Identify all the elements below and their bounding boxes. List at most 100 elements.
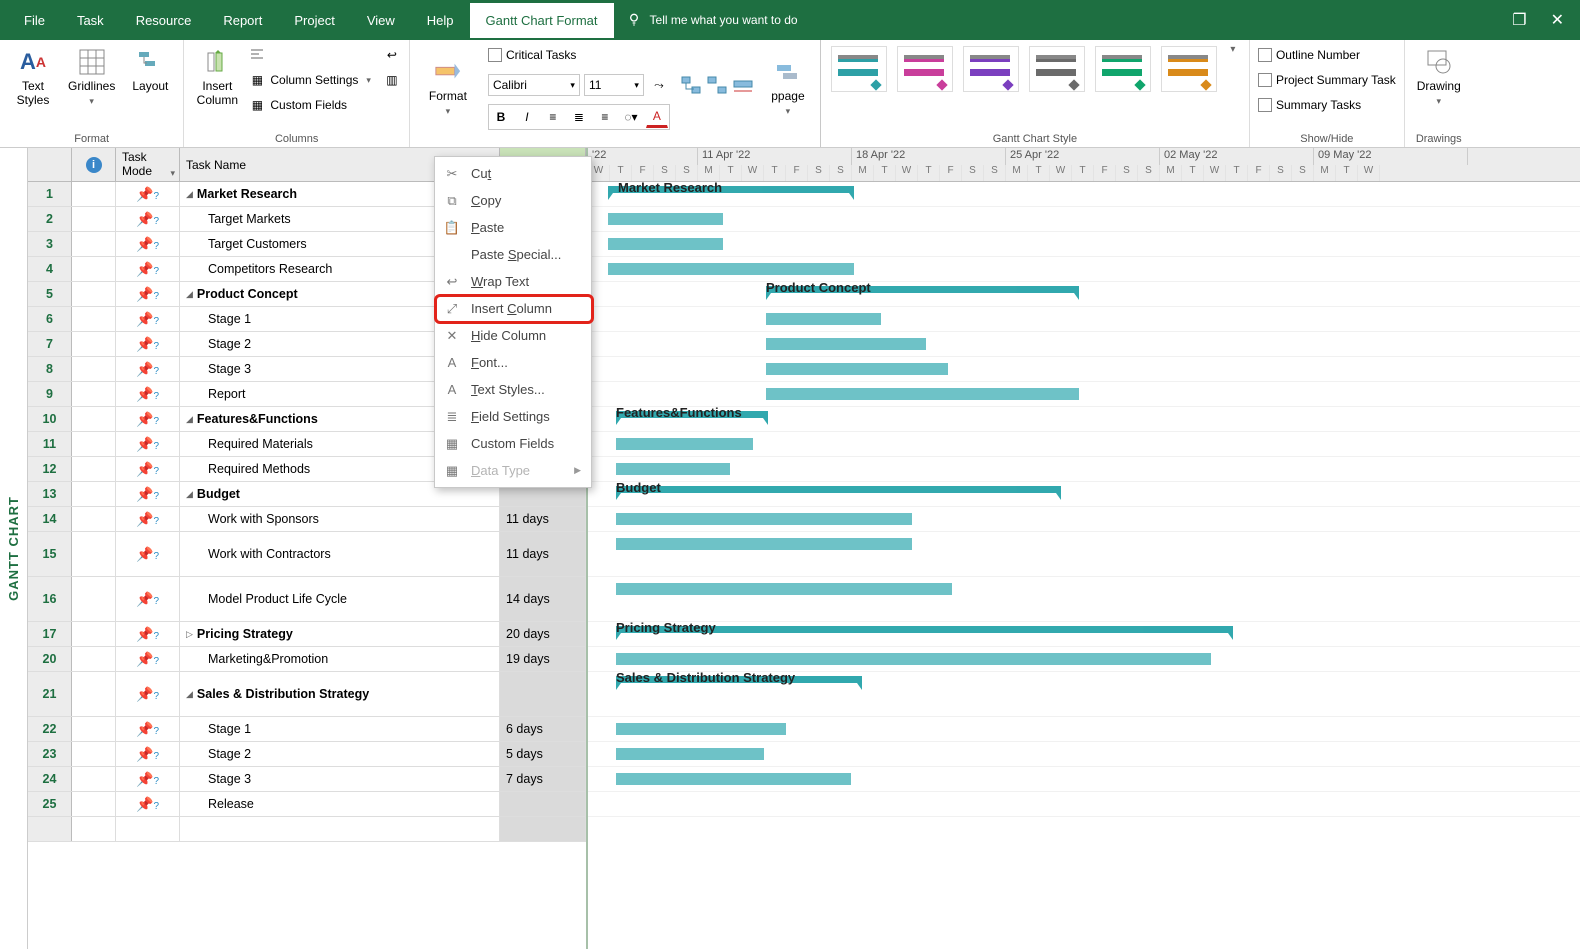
row-number[interactable]: 3 [28,232,72,256]
row-task-mode[interactable]: 📌? [116,332,180,356]
row-duration[interactable]: 7 days [500,767,586,791]
summary-bar[interactable] [616,486,1061,493]
gantt-style-thumb[interactable] [1029,46,1085,92]
row-duration[interactable]: 14 days [500,577,586,621]
context-menu-item[interactable]: AFont... [435,349,591,376]
columns-misc-icon[interactable]: ▥ [383,71,401,89]
row-task-mode[interactable]: 📌? [116,647,180,671]
menu-gantt-format[interactable]: Gantt Chart Format [470,3,614,38]
row-number[interactable]: 10 [28,407,72,431]
table-row[interactable]: 21📌?◢Sales & Distribution Strategy [28,672,586,717]
table-row[interactable]: 20📌?Marketing&Promotion19 days [28,647,586,672]
tell-me-search[interactable]: Tell me what you want to do [626,11,1513,30]
task-bar[interactable] [608,263,854,275]
menu-project[interactable]: Project [278,3,350,38]
row-duration[interactable]: 20 days [500,622,586,646]
row-task-mode[interactable]: 📌? [116,307,180,331]
row-number[interactable]: 2 [28,207,72,231]
font-color-button[interactable]: A [646,106,668,128]
menu-file[interactable]: File [8,3,61,38]
task-bar[interactable] [616,723,786,735]
outline-number-checkbox[interactable] [1258,48,1272,62]
row-task-mode[interactable]: 📌? [116,672,180,716]
context-menu-item[interactable]: ✕Hide Column [435,322,591,349]
row-number[interactable]: 22 [28,717,72,741]
row-task-mode[interactable]: 📌? [116,257,180,281]
critical-tasks-checkbox[interactable] [488,48,502,62]
row-number[interactable]: 20 [28,647,72,671]
col-task-mode[interactable]: Task Mode▾ [116,148,180,181]
context-menu-item[interactable]: ≣Field Settings [435,403,591,430]
row-task-mode[interactable]: 📌? [116,717,180,741]
column-settings-button[interactable]: ▦Column Settings▾ [248,69,371,91]
menu-report[interactable]: Report [207,3,278,38]
text-styles-button[interactable]: AA Text Styles [8,44,58,111]
menu-view[interactable]: View [351,3,411,38]
row-task-name[interactable]: Stage 1 [180,717,500,741]
gantt-style-thumb[interactable] [1161,46,1217,92]
row-number[interactable]: 21 [28,672,72,716]
gantt-style-thumb[interactable] [831,46,887,92]
task-bar[interactable] [608,238,723,250]
row-duration[interactable]: 19 days [500,647,586,671]
task-bar[interactable] [616,583,952,595]
row-task-mode[interactable]: 📌? [116,532,180,576]
row-number[interactable]: 12 [28,457,72,481]
unlink-tasks-icon[interactable] [706,75,728,100]
table-row[interactable]: 23📌?Stage 25 days [28,742,586,767]
table-row[interactable]: 15📌?Work with Contractors11 days [28,532,586,577]
restore-icon[interactable]: ❐ [1512,10,1526,30]
row-task-mode[interactable]: 📌? [116,792,180,816]
align-center-button[interactable]: ≣ [568,106,590,128]
row-task-mode[interactable]: 📌? [116,357,180,381]
row-duration[interactable] [500,672,586,716]
align-left-button[interactable]: ≡ [542,106,564,128]
table-row[interactable]: 25📌?Release [28,792,586,817]
row-task-mode[interactable]: 📌? [116,232,180,256]
context-menu-item[interactable]: ✂Cut [435,160,591,187]
row-number[interactable]: 8 [28,357,72,381]
bold-button[interactable]: B [490,106,512,128]
task-bar[interactable] [616,748,764,760]
baseline-icon[interactable] [732,75,754,100]
row-task-mode[interactable]: 📌? [116,382,180,406]
row-number[interactable]: 1 [28,182,72,206]
task-bar[interactable] [608,213,723,225]
task-path-icon[interactable]: ⤳ [648,74,670,96]
task-bar[interactable] [766,388,1079,400]
task-bar[interactable] [616,773,851,785]
col-rownum[interactable] [28,148,72,181]
gridlines-button[interactable]: Gridlines ▾ [64,44,119,111]
row-task-mode[interactable]: 📌? [116,432,180,456]
table-row[interactable]: 22📌?Stage 16 days [28,717,586,742]
custom-fields-button[interactable]: ▦Custom Fields [248,94,371,116]
row-task-mode[interactable]: 📌? [116,577,180,621]
row-number[interactable]: 17 [28,622,72,646]
row-task-mode[interactable]: 📌? [116,182,180,206]
row-task-name[interactable]: Release [180,792,500,816]
row-number[interactable]: 16 [28,577,72,621]
menu-resource[interactable]: Resource [120,3,208,38]
row-number[interactable]: 13 [28,482,72,506]
link-tasks-icon[interactable] [680,75,702,100]
insert-column-button[interactable]: Insert Column [192,44,242,111]
row-task-name[interactable]: Stage 2 [180,742,500,766]
task-bar[interactable] [766,363,948,375]
row-number[interactable]: 24 [28,767,72,791]
row-task-mode[interactable]: 📌? [116,622,180,646]
task-bar[interactable] [616,438,753,450]
style-gallery-more[interactable]: ▾ [1225,44,1241,59]
row-task-mode[interactable]: 📌? [116,507,180,531]
row-number[interactable]: 11 [28,432,72,456]
table-row[interactable] [28,817,586,842]
row-duration[interactable]: 11 days [500,532,586,576]
row-number[interactable]: 4 [28,257,72,281]
project-summary-checkbox[interactable] [1258,73,1272,87]
row-number[interactable]: 14 [28,507,72,531]
row-task-mode[interactable]: 📌? [116,407,180,431]
row-task-mode[interactable]: 📌? [116,742,180,766]
context-menu-item[interactable]: ↩Wrap Text [435,268,591,295]
row-task-mode[interactable]: 📌? [116,457,180,481]
format-bar-button[interactable]: Format ▾ [418,54,478,121]
align-left-mini[interactable] [248,44,371,66]
